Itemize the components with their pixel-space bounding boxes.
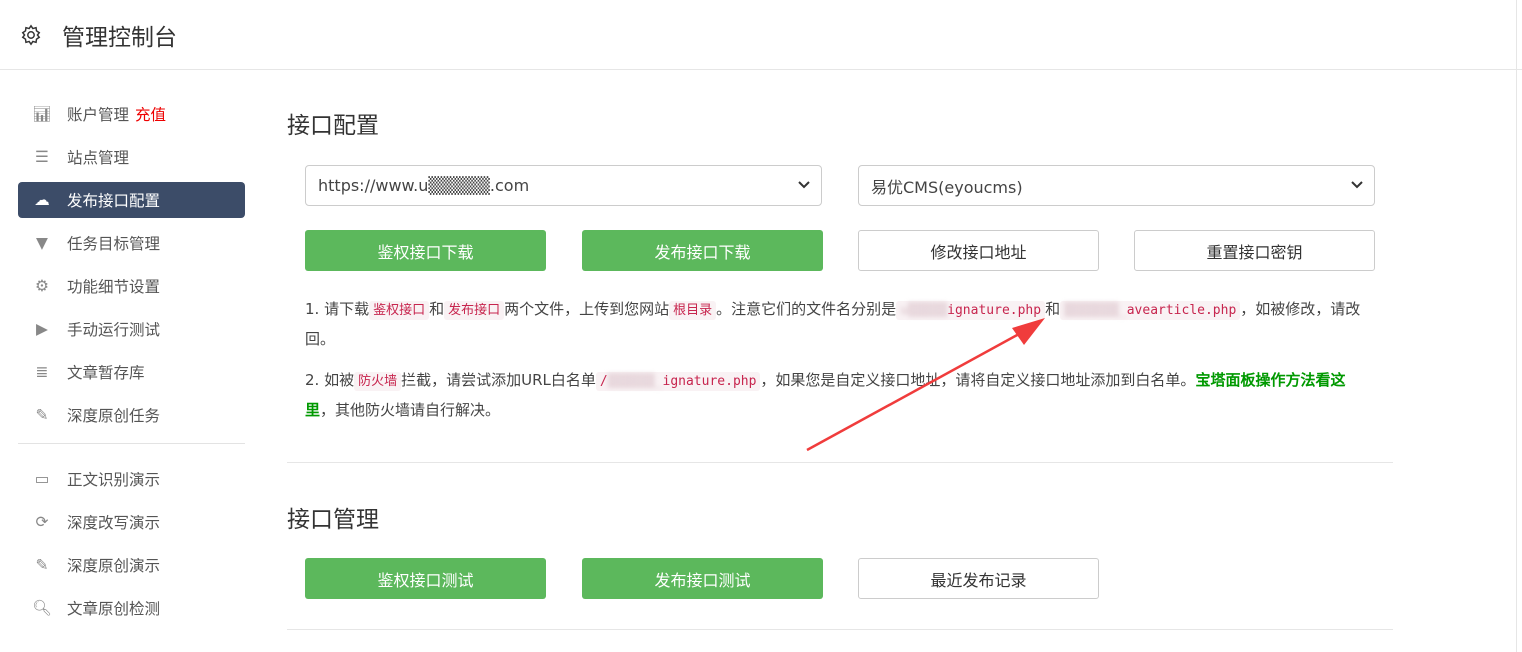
redacted: ▒▒▒▒▒▒▒_ [1064, 303, 1127, 318]
code: 根目录 [669, 301, 716, 320]
sidebar-item-settings[interactable]: ⚙ 功能细节设置 [18, 268, 245, 304]
filename-code: /▒▒▒▒▒▒_ignature.php [596, 372, 761, 391]
text: 和 [1045, 300, 1060, 318]
label: 深度原创任务 [67, 404, 160, 426]
filename-code: u▒▒▒▒▒ignature.php [896, 301, 1045, 320]
app-title: 管理控制台 [62, 18, 177, 52]
download-publish-interface-button[interactable]: 发布接口下载 [582, 230, 823, 271]
redacted: u▒▒▒▒▒ [900, 303, 947, 318]
note-1: 1. 请下载鉴权接口和发布接口两个文件，上传到您网站根目录。注意它们的文件名分别… [305, 295, 1375, 353]
test-auth-interface-button[interactable]: 鉴权接口测试 [305, 558, 546, 599]
header: 管理控制台 [0, 0, 1522, 70]
bar-chart-icon: 📊︎ [32, 104, 52, 124]
sidebar: 📊︎ 账户管理充值 ☰ 站点管理 ☁ 发布接口配置 ▼ 任务目标管理 ⚙ 功能细节设置 ▶… [18, 96, 245, 633]
label: 手动运行测试 [67, 318, 160, 340]
divider [287, 462, 1393, 463]
cms-select[interactable]: 易优CMS(eyoucms) [858, 165, 1375, 206]
edit-icon: ✎ [32, 555, 52, 575]
sidebar-item-text-recognition[interactable]: ▭ 正文识别演示 [18, 461, 245, 497]
sidebar-item-original-tasks[interactable]: ✎ 深度原创任务 [18, 397, 245, 433]
label: 正文识别演示 [67, 468, 160, 490]
recent-publish-records-button[interactable]: 最近发布记录 [858, 558, 1099, 599]
note-2: 2. 如被防火墙拦截，请尝试添加URL白名单/▒▒▒▒▒▒_ignature.p… [305, 366, 1375, 424]
site-select[interactable]: https://www.u▒▒▒▒▒.com [305, 165, 822, 206]
text: ，如果您是自定义接口地址，请将自定义接口地址添加到白名单。 [760, 371, 1195, 389]
label: 深度原创演示 [67, 554, 160, 576]
section-title-manage: 接口管理 [287, 500, 379, 534]
refresh-icon: ⟳ [32, 512, 52, 532]
redacted: ▒▒▒▒▒▒_ [608, 374, 663, 389]
text: 。注意它们的文件名分别是 [716, 300, 896, 318]
cloud-upload-icon: ☁ [32, 190, 52, 210]
recharge-link[interactable]: 充值 [135, 103, 166, 125]
filename: ignature.php [947, 303, 1041, 318]
sidebar-item-account[interactable]: 📊︎ 账户管理充值 [18, 96, 245, 132]
sidebar-item-sites[interactable]: ☰ 站点管理 [18, 139, 245, 175]
text: 拦截，请尝试添加URL白名单 [401, 371, 596, 389]
sidebar-item-original-demo[interactable]: ✎ 深度原创演示 [18, 547, 245, 583]
label: 发布接口配置 [67, 189, 160, 211]
edit-icon: ✎ [32, 405, 52, 425]
sidebar-item-article-store[interactable]: ≣ 文章暂存库 [18, 354, 245, 390]
filename: avearticle.php [1127, 303, 1237, 318]
text: 1. 请下载 [305, 300, 369, 318]
label: 深度改写演示 [67, 511, 160, 533]
chevron-down-icon [1350, 178, 1364, 192]
label: 站点管理 [67, 146, 129, 168]
site-select-value: https://www.u▒▒▒▒▒.com [318, 176, 529, 195]
label: 功能细节设置 [67, 275, 160, 297]
cms-select-value: 易优CMS(eyoucms) [871, 174, 1023, 198]
sidebar-item-tasks[interactable]: ▼ 任务目标管理 [18, 225, 245, 261]
filename: ignature.php [663, 374, 757, 389]
database-icon: ≣ [32, 362, 52, 382]
test-publish-interface-button[interactable]: 发布接口测试 [582, 558, 823, 599]
divider [287, 629, 1393, 630]
sidebar-item-rewrite-demo[interactable]: ⟳ 深度改写演示 [18, 504, 245, 540]
code: 发布接口 [444, 301, 504, 320]
monitor-icon: ▭ [32, 469, 52, 489]
divider [18, 443, 245, 444]
chevron-down-icon [797, 178, 811, 192]
modify-interface-url-button[interactable]: 修改接口地址 [858, 230, 1099, 271]
download-auth-interface-button[interactable]: 鉴权接口下载 [305, 230, 546, 271]
text: ，其他防火墙请自行解决。 [320, 401, 500, 419]
code: 防火墙 [354, 372, 401, 391]
gear-icon [20, 24, 42, 46]
filter-icon: ▼ [32, 233, 52, 253]
sidebar-item-manual-run[interactable]: ▶ 手动运行测试 [18, 311, 245, 347]
reset-interface-key-button[interactable]: 重置接口密钥 [1134, 230, 1375, 271]
label: 账户管理 [67, 103, 129, 125]
server-icon: ☰ [32, 147, 52, 167]
filename-code: ▒▒▒▒▒▒▒_avearticle.php [1060, 301, 1240, 320]
label: 文章原创检测 [67, 597, 160, 619]
text: 两个文件，上传到您网站 [504, 300, 669, 318]
text: / [600, 374, 608, 389]
gears-icon: ⚙ [32, 276, 52, 296]
text: 2. 如被 [305, 371, 354, 389]
search-icon: 🔍︎ [32, 598, 52, 618]
sidebar-item-originality-check[interactable]: 🔍︎ 文章原创检测 [18, 590, 245, 626]
code: 鉴权接口 [369, 301, 429, 320]
label: 文章暂存库 [67, 361, 145, 383]
label: 任务目标管理 [67, 232, 160, 254]
section-title-config: 接口配置 [287, 106, 379, 140]
scrollbar[interactable] [1516, 0, 1517, 652]
play-icon: ▶ [32, 319, 52, 339]
sidebar-item-publish-config[interactable]: ☁ 发布接口配置 [18, 182, 245, 218]
text: 和 [429, 300, 444, 318]
